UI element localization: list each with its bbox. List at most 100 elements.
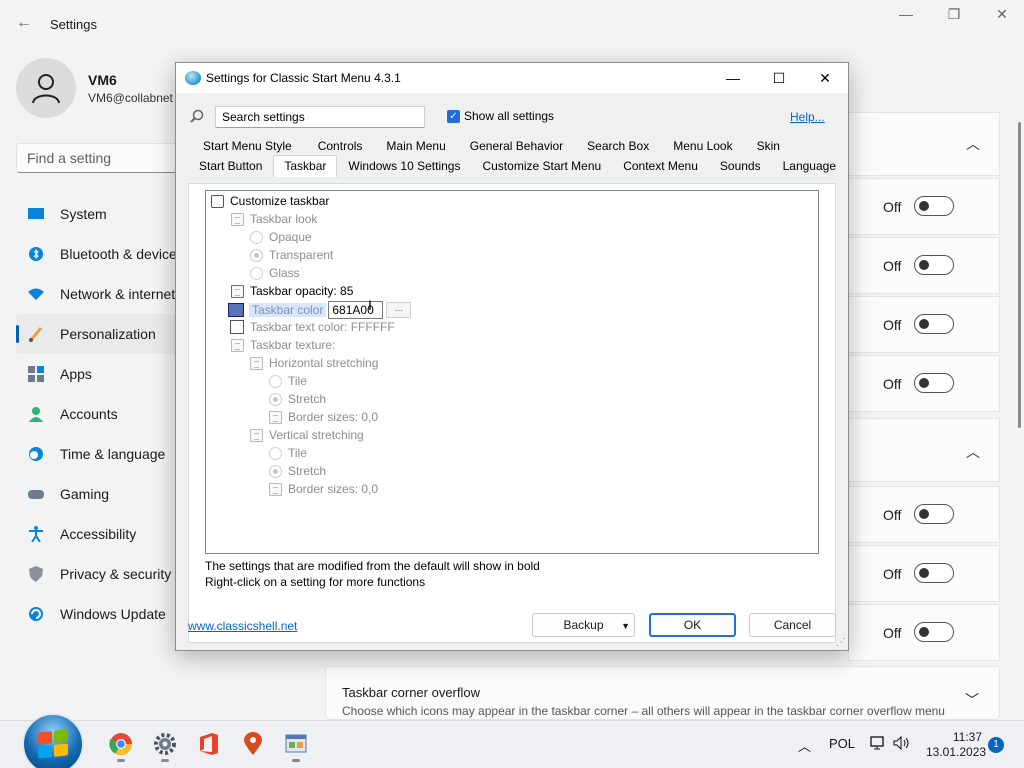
minimize-icon[interactable]: — — [896, 6, 916, 23]
maximize-button[interactable]: ☐ — [756, 63, 802, 93]
tree-item-vertical-stretching[interactable]: Vertical stretching — [250, 428, 364, 442]
back-arrow-icon[interactable]: ← — [16, 14, 32, 32]
checkbox-icon[interactable] — [211, 194, 224, 208]
dialog-titlebar[interactable]: Settings for Classic Start Menu 4.3.1 — … — [176, 63, 848, 93]
nav-item-gaming[interactable]: Gaming — [16, 474, 186, 514]
tab-search-box[interactable]: Search Box — [576, 135, 660, 155]
toggle-switch[interactable] — [914, 373, 954, 393]
nav-item-label: Accounts — [60, 406, 118, 422]
show-all-settings[interactable]: ✓ Show all settings — [447, 109, 554, 123]
tree-item-taskbar-opacity[interactable]: Taskbar opacity: 85 — [231, 284, 353, 298]
close-button[interactable]: ✕ — [802, 63, 848, 93]
tree-item-taskbar-text-color[interactable]: Taskbar text color: FFFFFF — [230, 320, 395, 334]
tab-controls[interactable]: Controls — [307, 135, 374, 155]
tree-item-customize-taskbar[interactable]: Customize taskbar — [211, 194, 329, 208]
nav-item-time-language[interactable]: Time & language — [16, 434, 186, 474]
toggle-switch[interactable] — [914, 504, 954, 524]
settings-tree[interactable]: Customize taskbar Taskbar look Opaque Tr… — [205, 190, 819, 554]
toggle-switch[interactable] — [914, 622, 954, 642]
backup-button[interactable]: Backup ▼ — [532, 613, 635, 637]
nav-item-system[interactable]: System — [16, 194, 186, 234]
tab-windows-10-settings[interactable]: Windows 10 Settings — [337, 155, 471, 175]
radio-icon[interactable] — [250, 266, 263, 280]
restore-icon[interactable]: ❐ — [944, 6, 964, 23]
tab-sounds[interactable]: Sounds — [709, 155, 772, 175]
radio-selected-icon[interactable] — [269, 464, 282, 478]
maps-pin-icon[interactable] — [241, 732, 265, 756]
notification-badge[interactable]: 1 — [988, 737, 1004, 753]
tab-taskbar[interactable]: Taskbar — [273, 155, 338, 177]
tree-item-taskbar-texture[interactable]: Taskbar texture: — [231, 338, 335, 352]
volume-icon[interactable] — [893, 735, 911, 753]
tree-item-taskbar-color[interactable]: Taskbar color 681A00 ... — [228, 301, 412, 319]
nav-item-windows-update[interactable]: Windows Update — [16, 594, 186, 634]
color-picker-button[interactable]: ... — [386, 302, 412, 318]
resize-grip-icon[interactable]: ⋰ — [836, 637, 846, 648]
network-icon[interactable] — [870, 736, 886, 753]
tree-item-transparent[interactable]: Transparent — [250, 248, 333, 262]
tree-item-glass[interactable]: Glass — [250, 266, 300, 280]
tree-item-h-tile[interactable]: Tile — [269, 374, 307, 388]
radio-icon[interactable] — [250, 230, 263, 244]
nav-item-personalization[interactable]: Personalization — [16, 314, 186, 354]
tree-item-horizontal-stretching[interactable]: Horizontal stretching — [250, 356, 378, 370]
nav-item-privacy[interactable]: Privacy & security — [16, 554, 186, 594]
toggle-switch[interactable] — [914, 255, 954, 275]
classic-start-settings-dialog: Settings for Classic Start Menu 4.3.1 — … — [175, 62, 849, 651]
help-link[interactable]: Help... — [790, 110, 825, 124]
system-clock[interactable]: 11:37 13.01.2023 — [926, 730, 987, 760]
show-all-checkbox[interactable]: ✓ — [447, 109, 460, 123]
tab-start-button[interactable]: Start Button — [188, 155, 273, 175]
minimize-button[interactable]: — — [710, 63, 756, 93]
chevron-up-icon[interactable]: ︿ — [966, 134, 980, 154]
tree-item-v-border-sizes[interactable]: Border sizes: 0,0 — [269, 482, 378, 496]
clock-date: 13.01.2023 — [926, 745, 987, 759]
tab-skin[interactable]: Skin — [746, 135, 791, 155]
chevron-up-icon[interactable]: ︿ — [798, 736, 811, 755]
control-panel-icon[interactable] — [284, 732, 308, 756]
tab-menu-look[interactable]: Menu Look — [662, 135, 743, 155]
radio-selected-icon[interactable] — [250, 248, 263, 262]
nav-item-apps[interactable]: Apps — [16, 354, 186, 394]
chevron-up-icon[interactable]: ︿ — [966, 442, 980, 462]
taskbar-color-input[interactable]: 681A00 — [328, 301, 384, 319]
tree-item-opaque[interactable]: Opaque — [250, 230, 312, 244]
toggle-switch[interactable] — [914, 563, 954, 583]
start-button[interactable] — [22, 713, 84, 768]
tree-item-label: Customize taskbar — [230, 194, 330, 208]
tree-item-v-stretch[interactable]: Stretch — [269, 464, 326, 478]
tree-item-v-tile[interactable]: Tile — [269, 446, 307, 460]
tab-customize-start-menu[interactable]: Customize Start Menu — [471, 155, 612, 175]
nav-item-bluetooth[interactable]: Bluetooth & devices — [16, 234, 186, 274]
website-link[interactable]: www.classicshell.net — [188, 619, 297, 633]
taskbar-corner-overflow-card[interactable]: Taskbar corner overflow Choose which ico… — [325, 666, 1000, 720]
tree-item-taskbar-look[interactable]: Taskbar look — [231, 212, 317, 226]
close-icon[interactable]: ✕ — [992, 6, 1012, 23]
nav-item-network[interactable]: Network & internet — [16, 274, 186, 314]
monitor-icon — [28, 206, 44, 222]
search-settings-input[interactable]: Search settings — [215, 106, 425, 128]
nav-item-accessibility[interactable]: Accessibility — [16, 514, 186, 554]
toggle-switch[interactable] — [914, 196, 954, 216]
tab-start-menu-style[interactable]: Start Menu Style — [192, 135, 303, 155]
language-indicator[interactable]: POL — [829, 736, 855, 751]
settings-gear-icon[interactable] — [153, 732, 177, 756]
nav-item-accounts[interactable]: Accounts — [16, 394, 186, 434]
tab-main-menu[interactable]: Main Menu — [375, 135, 456, 155]
chrome-icon[interactable] — [109, 732, 133, 756]
tab-language[interactable]: Language — [772, 155, 847, 175]
office-icon[interactable] — [197, 732, 221, 756]
toggle-switch[interactable] — [914, 314, 954, 334]
chevron-down-icon[interactable]: ﹀ — [965, 690, 979, 710]
tab-general-behavior[interactable]: General Behavior — [459, 135, 574, 155]
scrollbar[interactable] — [1018, 122, 1021, 428]
tab-context-menu[interactable]: Context Menu — [612, 155, 709, 175]
avatar[interactable] — [16, 58, 76, 118]
radio-selected-icon[interactable] — [269, 392, 282, 406]
tree-item-h-border-sizes[interactable]: Border sizes: 0,0 — [269, 410, 378, 424]
radio-icon[interactable] — [269, 446, 282, 460]
tree-item-h-stretch[interactable]: Stretch — [269, 392, 326, 406]
cancel-button[interactable]: Cancel — [749, 613, 836, 637]
ok-button[interactable]: OK — [649, 613, 736, 637]
radio-icon[interactable] — [269, 374, 282, 388]
